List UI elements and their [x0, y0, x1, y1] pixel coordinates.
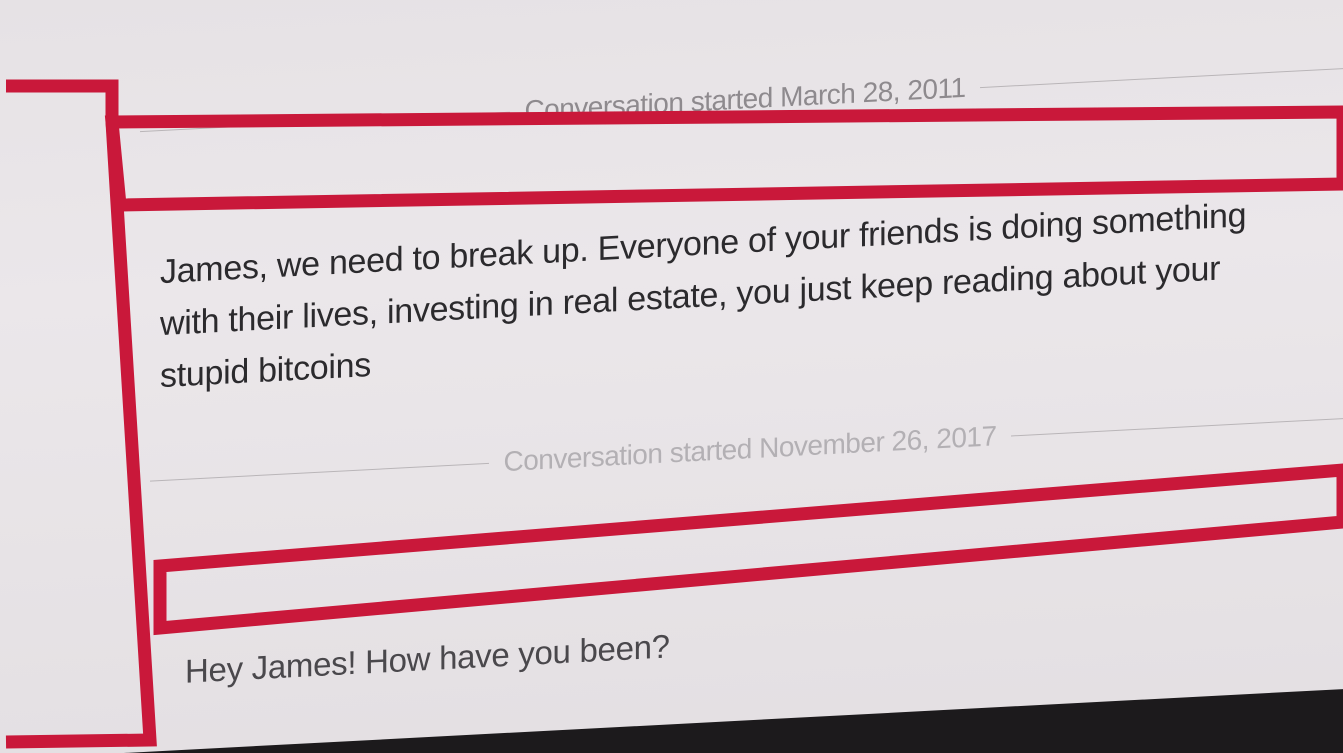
redaction-overlay	[5, 79, 1343, 749]
redaction-avatar-box	[5, 79, 157, 749]
redaction-sender-name-2	[153, 463, 1343, 636]
chat-window: Conversation started March 28, 2011 Jame…	[0, 0, 1343, 753]
redaction-sender-name-1	[104, 105, 1343, 212]
